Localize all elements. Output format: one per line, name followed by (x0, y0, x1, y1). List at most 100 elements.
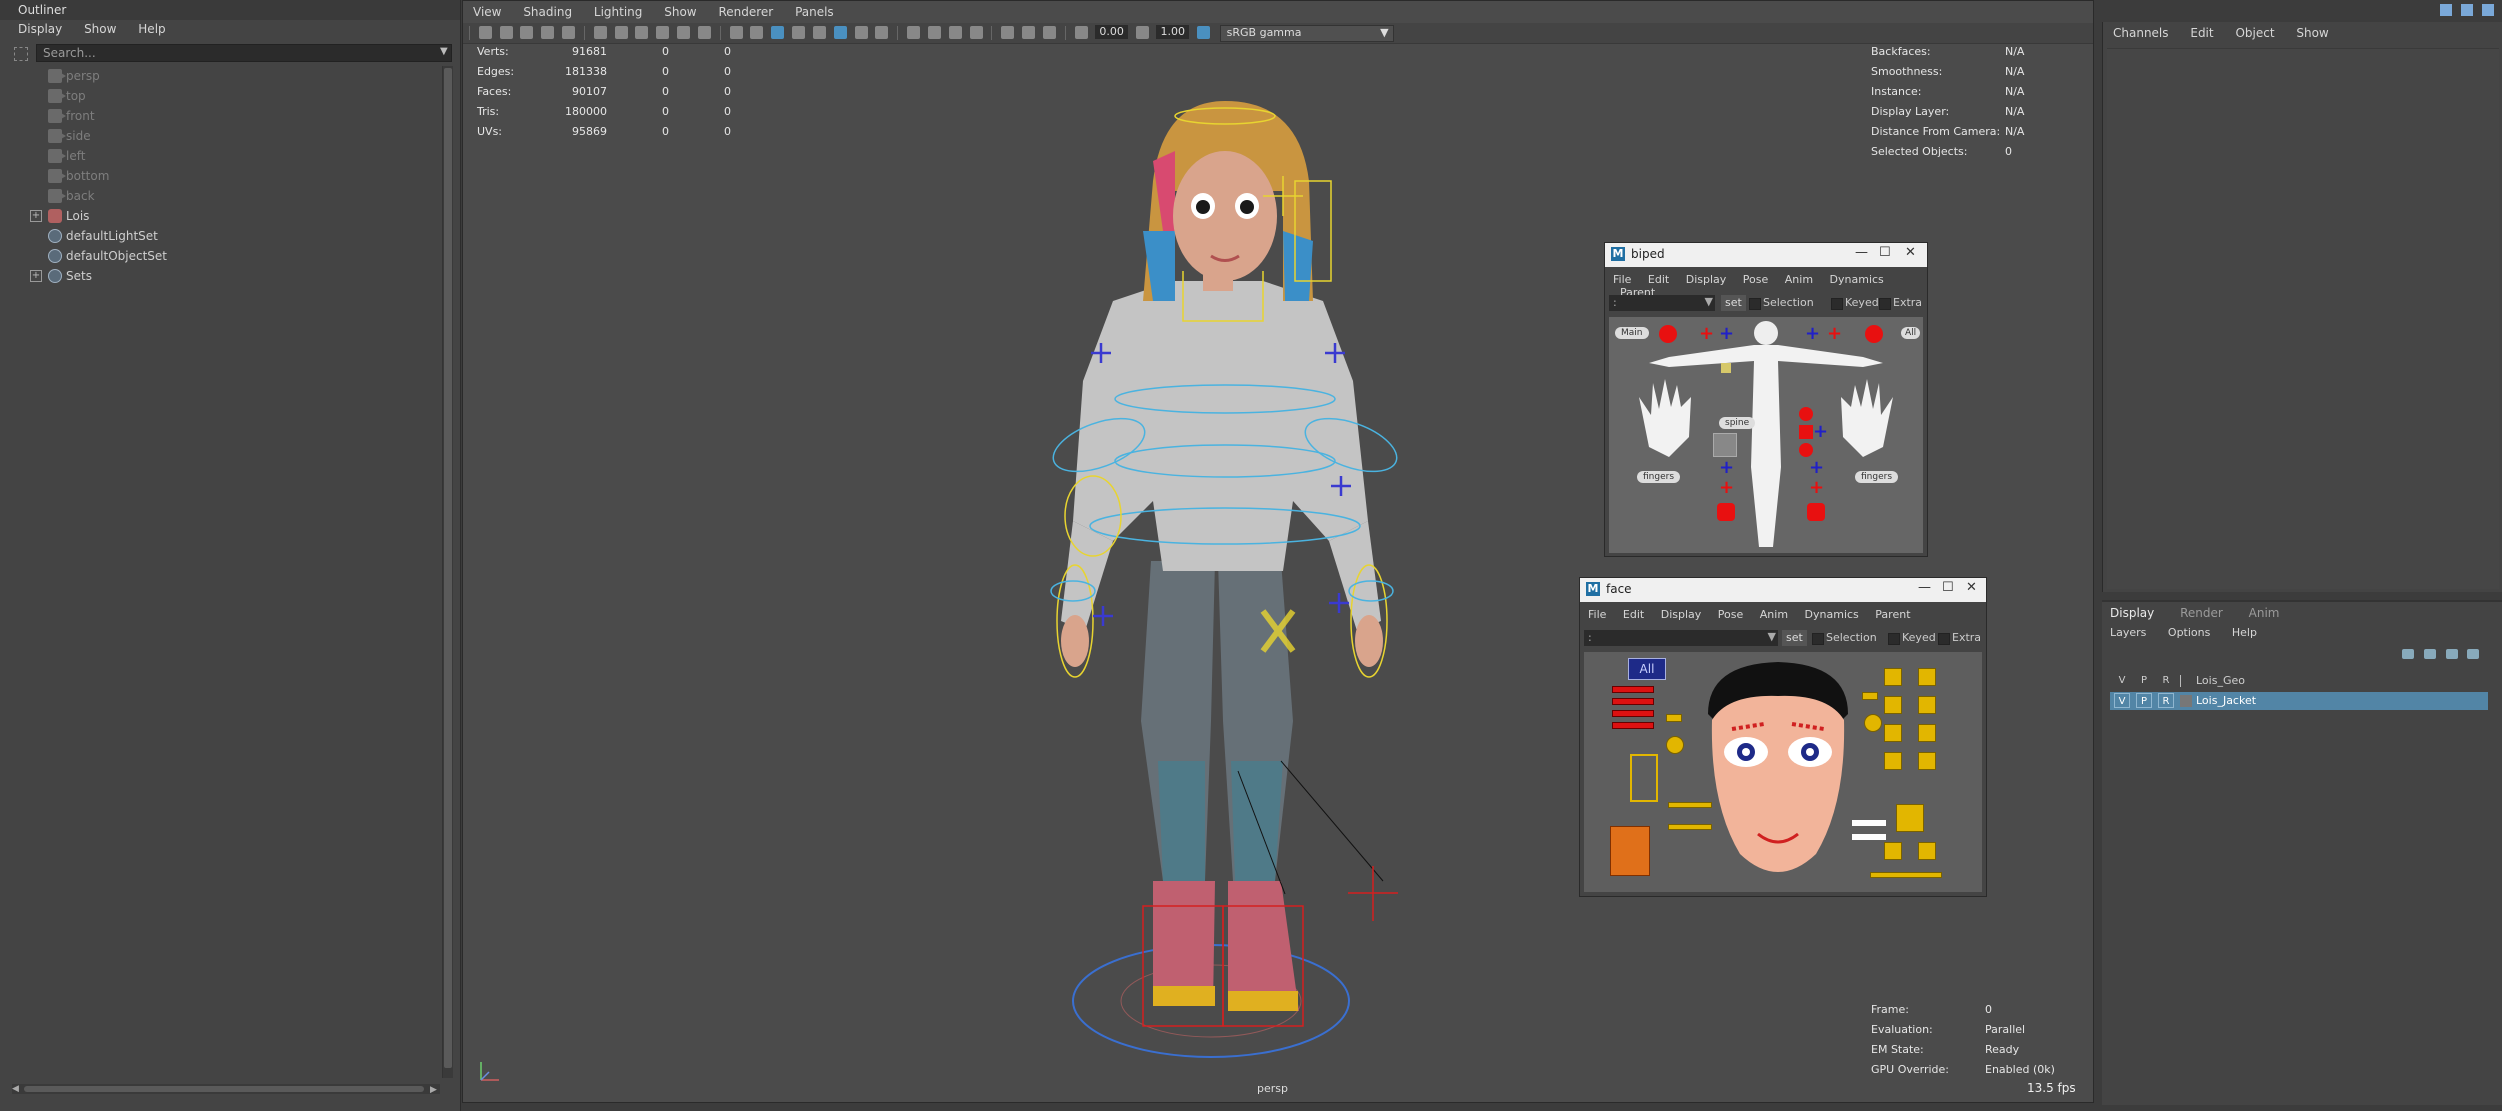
control-button[interactable] (1918, 724, 1936, 742)
reference-toggle[interactable]: R (2158, 673, 2174, 688)
control-button[interactable] (1884, 724, 1902, 742)
jaw-slider[interactable] (1630, 754, 1658, 802)
brow-slider[interactable] (1612, 710, 1654, 717)
leg-fk-button[interactable]: + (1719, 479, 1734, 497)
biped-window-titlebar[interactable]: M biped — ☐ ✕ (1605, 243, 1927, 267)
menu-channels[interactable]: Channels (2113, 26, 2169, 40)
control-button[interactable] (1864, 714, 1882, 732)
attribute-editor-icon[interactable] (2460, 4, 2473, 16)
spine-control-button[interactable] (1799, 407, 1813, 421)
menu-object[interactable]: Object (2235, 26, 2274, 40)
playback-toggle[interactable]: P (2136, 673, 2152, 688)
outliner-item-lois[interactable]: + Lois (12, 206, 442, 226)
layer-color-swatch[interactable] (2180, 675, 2193, 687)
scrollbar-thumb[interactable] (444, 68, 452, 1068)
layer-row[interactable]: V P R Lois_Geo (2110, 672, 2488, 690)
channel-box-body[interactable] (2107, 48, 2499, 589)
control-button[interactable] (1918, 752, 1936, 770)
menu-edit[interactable]: Edit (2190, 26, 2213, 40)
menu-display[interactable]: Display (1686, 273, 1727, 286)
menu-display[interactable]: Display (1661, 608, 1702, 621)
biped-picker-canvas[interactable]: Main All + + + + spine + + + + + fingers… (1609, 317, 1923, 553)
menu-dynamics[interactable]: Dynamics (1805, 608, 1859, 621)
control-button[interactable] (1884, 696, 1902, 714)
outliner-item-back[interactable]: back (12, 186, 442, 206)
new-empty-layer-icon[interactable] (2445, 649, 2458, 659)
spine-fk-button[interactable]: + (1813, 423, 1828, 441)
move-layer-down-icon[interactable] (2423, 649, 2436, 659)
selection-checkbox[interactable] (1812, 633, 1824, 645)
menu-show[interactable]: Show (84, 22, 116, 36)
leg-fk-button[interactable]: + (1809, 459, 1824, 477)
leg-fk-button[interactable]: + (1719, 459, 1734, 477)
control-button[interactable] (1666, 736, 1684, 754)
brow-slider[interactable] (1612, 686, 1654, 693)
control-button[interactable] (1884, 668, 1902, 686)
brow-slider[interactable] (1612, 722, 1654, 729)
menu-pose[interactable]: Pose (1743, 273, 1768, 286)
menu-parent[interactable]: Parent (1875, 608, 1910, 621)
menu-help[interactable]: Help (2232, 626, 2257, 639)
menu-file[interactable]: File (1588, 608, 1606, 621)
outliner-horizontal-scrollbar[interactable]: ◀ ▶ (12, 1084, 440, 1095)
new-layer-from-selection-icon[interactable] (2467, 649, 2480, 659)
menu-edit[interactable]: Edit (1623, 608, 1644, 621)
menu-help[interactable]: Help (138, 22, 165, 36)
menu-anim[interactable]: Anim (1760, 608, 1788, 621)
visibility-toggle[interactable]: V (2114, 673, 2130, 688)
outliner-item-top[interactable]: top (12, 86, 442, 106)
control-button[interactable] (1884, 842, 1902, 860)
foot-ik-button[interactable] (1807, 503, 1825, 521)
menu-display[interactable]: Display (18, 22, 62, 36)
outliner-search-input[interactable]: Search... (36, 44, 452, 62)
maximize-icon[interactable]: ☐ (1942, 580, 1954, 595)
maximize-icon[interactable]: ☐ (1879, 245, 1891, 260)
set-button[interactable]: set (1721, 295, 1746, 311)
layer-color-swatch[interactable] (2180, 695, 2192, 707)
minimize-icon[interactable]: — (1918, 580, 1931, 595)
tab-display[interactable]: Display (2110, 606, 2154, 620)
reference-toggle[interactable]: R (2158, 693, 2174, 708)
menu-file[interactable]: File (1613, 273, 1631, 286)
filter-icon[interactable] (14, 47, 28, 61)
fingers-left-button[interactable]: fingers (1637, 471, 1681, 483)
outliner-item-defaultobjectset[interactable]: defaultObjectSet (12, 246, 442, 266)
tab-anim[interactable]: Anim (2249, 606, 2280, 620)
spine-control-button[interactable] (1799, 443, 1813, 457)
scroll-left-icon[interactable]: ◀ (12, 1084, 19, 1094)
outliner-item-sets[interactable]: + Sets (12, 266, 442, 286)
fingers-right-button[interactable]: fingers (1855, 471, 1899, 483)
keyed-checkbox[interactable] (1831, 298, 1843, 310)
biped-picker-window[interactable]: M biped — ☐ ✕ File Edit Display Pose Ani… (1604, 242, 1928, 557)
face-window-titlebar[interactable]: M face — ☐ ✕ (1580, 578, 1986, 602)
close-icon[interactable]: ✕ (1966, 580, 1977, 595)
minimize-icon[interactable]: — (1855, 245, 1868, 260)
extra-checkbox[interactable] (1879, 298, 1891, 310)
control-button[interactable] (1852, 834, 1886, 840)
set-button[interactable]: set (1782, 630, 1807, 646)
foot-ik-button[interactable] (1717, 503, 1735, 521)
visibility-toggle[interactable]: V (2114, 693, 2130, 708)
cog-control-button[interactable] (1713, 433, 1737, 457)
control-button[interactable] (1918, 696, 1936, 714)
face-picker-canvas[interactable]: All (1584, 652, 1982, 892)
face-all-button[interactable]: All (1628, 658, 1666, 680)
control-button[interactable] (1896, 804, 1924, 832)
tab-render[interactable]: Render (2180, 606, 2223, 620)
control-button[interactable] (1884, 752, 1902, 770)
expand-icon[interactable]: + (30, 270, 42, 282)
outliner-item-persp[interactable]: persp (12, 66, 442, 86)
extra-checkbox[interactable] (1938, 633, 1950, 645)
scrollbar-thumb[interactable] (24, 1086, 424, 1092)
menu-layers[interactable]: Layers (2110, 626, 2146, 639)
control-button[interactable] (1852, 820, 1886, 826)
outliner-item-left[interactable]: left (12, 146, 442, 166)
spine-control-button[interactable] (1799, 425, 1813, 439)
outliner-item-defaultlightset[interactable]: defaultLightSet (12, 226, 442, 246)
search-dropdown-icon[interactable]: ▼ (440, 46, 448, 57)
control-button[interactable] (1666, 714, 1682, 722)
menu-edit[interactable]: Edit (1648, 273, 1669, 286)
playback-toggle[interactable]: P (2136, 693, 2152, 708)
layer-row-selected[interactable]: V P R Lois_Jacket (2110, 692, 2488, 710)
leg-fk-button[interactable]: + (1809, 479, 1824, 497)
